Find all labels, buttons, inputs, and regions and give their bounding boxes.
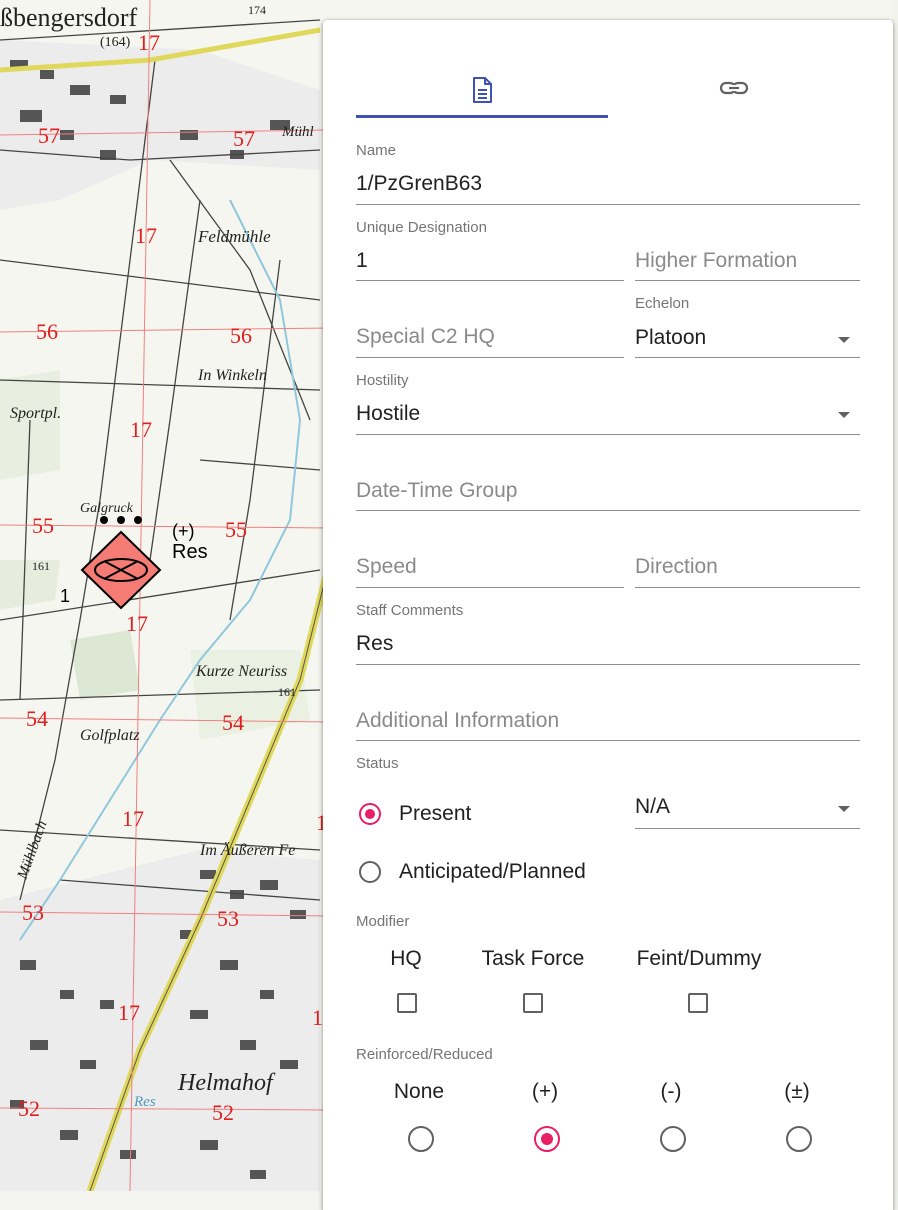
chevron-down-icon <box>838 412 850 418</box>
echelon-select[interactable]: Echelon Platoon <box>635 295 860 359</box>
modifier-hq-checkbox[interactable] <box>397 993 417 1013</box>
reduced-minus-radio[interactable] <box>660 1126 686 1152</box>
map-town-name: ßbengersdorf <box>0 3 138 32</box>
tab-indicator <box>356 115 608 118</box>
reinforced-none-radio[interactable] <box>408 1126 434 1152</box>
staff-comments-field[interactable]: Staff Comments Res <box>356 602 860 666</box>
tab-details[interactable] <box>356 70 608 138</box>
grid-number: 56 <box>36 319 58 344</box>
grid-number: 57 <box>38 123 60 148</box>
status-anticipated-radio[interactable] <box>359 861 381 883</box>
modifier-label: Modifier <box>356 913 410 930</box>
grid-number: 17 <box>126 611 148 636</box>
grid-number: 53 <box>217 906 239 931</box>
modifier-task-force-checkbox[interactable] <box>523 993 543 1013</box>
map-place-name: Helmahof <box>177 1070 276 1096</box>
document-icon <box>473 77 492 103</box>
date-time-group-field[interactable]: Date-Time Group <box>356 450 860 514</box>
reduced-minus-label: (-) <box>660 1080 682 1103</box>
grid-number: 54 <box>26 706 48 731</box>
map-place-name: Golfplatz <box>80 727 140 744</box>
grid-number: 57 <box>233 126 255 151</box>
speed-placeholder: Speed <box>356 555 417 578</box>
hostility-select[interactable]: Hostility Hostile <box>356 372 860 436</box>
unit-properties-panel: Name 1/PzGrenB63 Unique Designation 1 Hi… <box>323 20 893 1210</box>
map-elevation: 161 <box>278 685 296 699</box>
map-place-name: Galgruck <box>80 501 134 516</box>
unique-designation-value: 1 <box>356 249 368 272</box>
additional-information-placeholder: Additional Information <box>356 709 560 732</box>
date-time-group-placeholder: Date-Time Group <box>356 479 518 502</box>
special-c2-hq-field[interactable]: Special C2 HQ <box>356 296 624 360</box>
staff-comments-label: Staff Comments <box>356 602 464 619</box>
modifier-hq-label: HQ <box>390 947 422 970</box>
grid-number: 54 <box>222 710 244 735</box>
grid-number: 17 <box>130 417 152 442</box>
unique-designation-field[interactable]: Unique Designation 1 <box>356 219 624 283</box>
direction-placeholder: Direction <box>635 555 718 578</box>
grid-number: 52 <box>212 1100 234 1125</box>
grid-number: 17 <box>122 806 144 831</box>
echelon-label: Echelon <box>635 295 690 312</box>
reinforced-reduced-both-radio[interactable] <box>786 1126 812 1152</box>
grid-number: 55 <box>225 517 247 542</box>
modifier-feint-dummy-checkbox[interactable] <box>688 993 708 1013</box>
status-present-label[interactable]: Present <box>399 802 471 826</box>
chevron-down-icon <box>838 806 850 812</box>
grid-number: 53 <box>22 900 44 925</box>
map-place-name: Res <box>133 1094 156 1110</box>
staff-comments-value: Res <box>356 632 394 655</box>
additional-information-field[interactable]: Additional Information <box>356 680 860 744</box>
map-elevation: (164) <box>100 35 131 50</box>
status-condition-value: N/A <box>635 795 671 818</box>
tab-links[interactable] <box>608 70 860 138</box>
map-place-name: Feldmühle <box>197 227 271 246</box>
status-label: Status <box>356 755 399 772</box>
echelon-value: Platoon <box>635 326 707 349</box>
reinforced-reduced-label: Reinforced/Reduced <box>356 1046 493 1063</box>
higher-formation-field[interactable]: Higher Formation <box>635 219 860 283</box>
map-place-name: Kurze Neuriss <box>195 663 287 680</box>
special-c2-hq-placeholder: Special C2 HQ <box>356 325 495 348</box>
unit-designation-label: 1 <box>60 586 70 606</box>
name-field[interactable]: Name 1/PzGrenB63 <box>356 142 860 206</box>
reinforced-plus-label: (+) <box>531 1080 559 1103</box>
unit-reinforced-label: (+) <box>172 521 195 541</box>
reinforced-plus-radio[interactable] <box>534 1126 560 1152</box>
grid-number: 1 <box>312 1005 323 1030</box>
name-value: 1/PzGrenB63 <box>356 172 483 195</box>
link-icon <box>719 81 749 95</box>
unique-designation-label: Unique Designation <box>356 219 487 236</box>
speed-field[interactable]: Speed <box>356 526 624 590</box>
direction-field[interactable]: Direction <box>635 526 860 590</box>
reinforced-none-label: None <box>393 1080 445 1103</box>
hostility-label: Hostility <box>356 372 409 389</box>
name-label: Name <box>356 142 397 159</box>
map-elevation: 174 <box>248 3 266 17</box>
status-condition-select[interactable]: N/A <box>635 768 860 832</box>
higher-formation-placeholder: Higher Formation <box>635 249 798 272</box>
grid-number: 55 <box>32 513 54 538</box>
unit-comment-label: Res <box>172 541 208 563</box>
map-place-name: Mühl <box>281 124 314 140</box>
map-elevation: 161 <box>32 559 50 573</box>
map-place-name: In Winkeln <box>197 367 267 384</box>
grid-number: 52 <box>18 1096 40 1121</box>
modifier-feint-dummy-label: Feint/Dummy <box>636 947 762 970</box>
chevron-down-icon <box>838 337 850 343</box>
status-present-radio[interactable] <box>359 803 381 825</box>
grid-number: 17 <box>135 223 157 248</box>
hostility-value: Hostile <box>356 402 421 425</box>
grid-number: 56 <box>230 323 252 348</box>
reinforced-reduced-both-label: (±) <box>784 1080 810 1103</box>
map-place-name: Sportpl. <box>10 405 61 422</box>
grid-number: 17 <box>138 30 160 55</box>
grid-number: 17 <box>118 1000 140 1025</box>
modifier-task-force-label: Task Force <box>481 947 585 970</box>
map-place-name: Im Äußeren Fe <box>199 841 295 859</box>
status-anticipated-label[interactable]: Anticipated/Planned <box>399 860 586 884</box>
